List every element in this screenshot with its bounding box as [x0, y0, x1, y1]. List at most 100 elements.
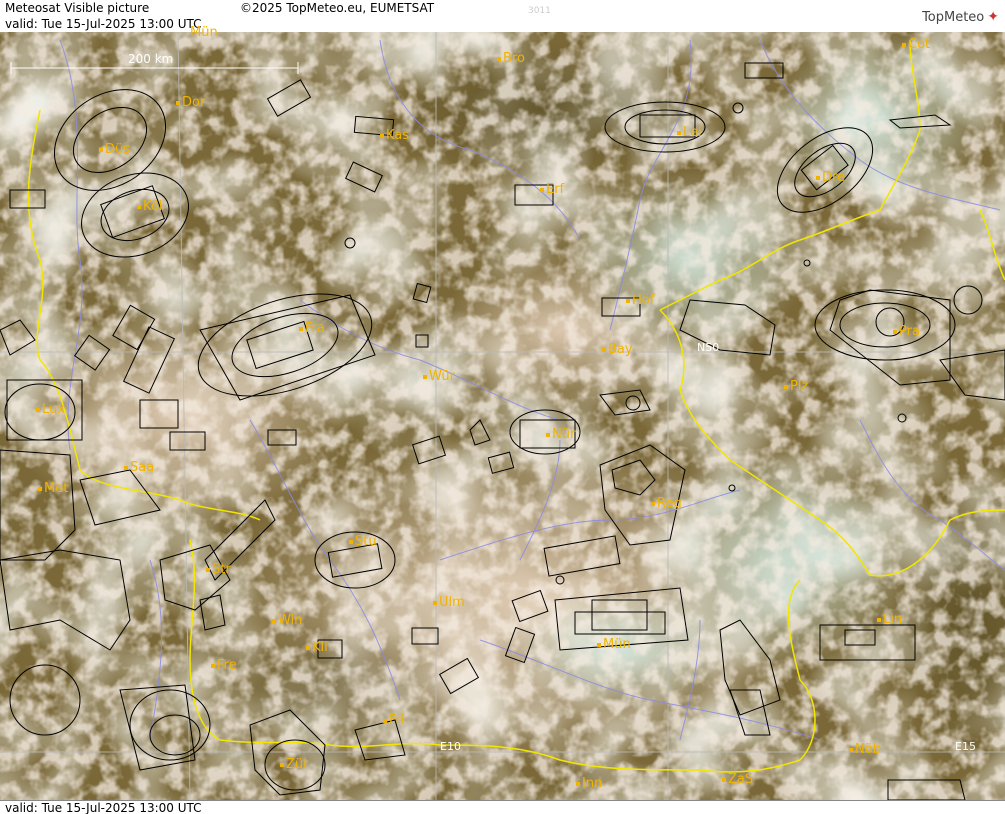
city-label-fra[interactable]: Fra — [299, 321, 325, 336]
city-name: Inn — [582, 776, 603, 791]
city-label-met[interactable]: Met — [38, 481, 68, 496]
city-label-str[interactable]: Str — [206, 562, 231, 577]
city-name: Mün — [603, 637, 631, 652]
city-name: Dre — [822, 170, 846, 185]
logo-text: TopMeteo — [922, 10, 985, 25]
city-label-zur[interactable]: Zür — [280, 757, 309, 772]
city-name: Nür — [552, 427, 576, 442]
valid-bar-bottom: valid: Tue 15-Jul-2025 13:00 UTC — [0, 800, 1005, 814]
scale-bar-label: 200 km — [128, 52, 174, 66]
grid-label-n50: N50 — [697, 341, 720, 354]
city-label-bay[interactable]: Bay — [602, 342, 633, 357]
city-name: Fri — [389, 713, 405, 728]
city-label-reg[interactable]: Reg — [651, 496, 682, 511]
city-name: Fre — [217, 658, 237, 673]
city-label-fre[interactable]: Fre — [211, 658, 237, 673]
city-label-stu[interactable]: Stu — [349, 534, 377, 549]
copyright-text: ©2025 TopMeteo.eu, EUMETSAT — [240, 1, 435, 15]
city-label-kol[interactable]: Köl — [137, 199, 162, 214]
city-label-lux[interactable]: Lux — [36, 402, 65, 417]
city-dot-icon — [124, 465, 128, 470]
valid-bar-top: valid: Tue 15-Jul-2025 13:00 UTC — [0, 16, 1005, 32]
city-dot-icon — [280, 762, 284, 767]
city-dot-icon — [272, 618, 276, 623]
city-name: Fra — [305, 321, 325, 336]
city-label-wur[interactable]: Wür — [423, 369, 455, 384]
city-name: Wür — [429, 369, 455, 384]
city-label-inn[interactable]: Inn — [576, 776, 602, 791]
valid-time-bottom: valid: Tue 15-Jul-2025 13:00 UTC — [5, 801, 202, 814]
header-bar: Meteosat Visible picture ©2025 TopMeteo.… — [0, 0, 1005, 16]
city-name: ZaS — [728, 772, 754, 787]
city-label-pra[interactable]: Pra — [893, 324, 920, 339]
city-dot-icon — [546, 432, 550, 437]
city-name: Köl — [143, 199, 163, 214]
topmeteo-logo[interactable]: TopMeteo ✦ — [922, 9, 999, 25]
city-label-zas[interactable]: ZaS — [722, 772, 753, 787]
city-label-mun[interactable]: Mün — [597, 637, 631, 652]
city-label-kli[interactable]: Kli — [306, 640, 328, 655]
city-dot-icon — [540, 187, 544, 192]
satellite-map[interactable] — [0, 0, 1005, 814]
compass-star-icon: ✦ — [987, 9, 999, 25]
cloud-layer-cumulus — [0, 32, 1005, 800]
city-dot-icon — [299, 326, 303, 331]
city-label-bro[interactable]: Bro — [497, 51, 525, 66]
city-label-ulm[interactable]: Ulm — [433, 595, 465, 610]
city-label-mun-top[interactable]: Mün — [190, 25, 218, 40]
city-name: Cot — [908, 37, 931, 52]
city-label-hof[interactable]: Hof — [626, 293, 654, 308]
city-name: Kas — [386, 128, 410, 143]
city-dot-icon — [893, 329, 897, 334]
city-label-dre[interactable]: Dre — [816, 170, 845, 185]
city-dot-icon — [651, 501, 655, 506]
city-dot-icon — [383, 718, 387, 723]
city-label-plz[interactable]: Plz — [784, 379, 808, 394]
grid-label-e15: E15 — [955, 740, 976, 753]
city-name: Saa — [130, 460, 155, 475]
city-label-fri[interactable]: Fri — [383, 713, 405, 728]
city-dot-icon — [423, 374, 427, 379]
city-label-saa[interactable]: Saa — [124, 460, 154, 475]
city-dot-icon — [722, 777, 726, 782]
city-dot-icon — [602, 347, 606, 352]
city-dot-icon — [176, 100, 180, 105]
city-dot-icon — [211, 663, 215, 668]
city-label-cot[interactable]: Cot — [902, 37, 930, 52]
city-name: Hof — [632, 293, 655, 308]
city-dot-icon — [497, 56, 501, 61]
city-label-dor[interactable]: Dor — [176, 95, 205, 110]
city-name: Bro — [503, 51, 525, 66]
city-name: Stu — [355, 534, 377, 549]
city-name: Win — [278, 613, 303, 628]
city-label-lei[interactable]: Lei — [677, 125, 702, 140]
city-dot-icon — [137, 204, 141, 209]
city-dot-icon — [784, 384, 788, 389]
city-dot-icon — [626, 298, 630, 303]
city-dot-icon — [877, 617, 881, 622]
city-name: Lei — [683, 125, 702, 140]
city-label-nob[interactable]: Nöb — [849, 742, 881, 757]
city-label-erf[interactable]: Erf — [540, 182, 564, 197]
city-name: Lin — [883, 612, 903, 627]
city-dot-icon — [380, 133, 384, 138]
city-dot-icon — [597, 642, 601, 647]
city-name: Zür — [286, 757, 309, 772]
city-name: Pra — [899, 324, 920, 339]
city-dot-icon — [433, 600, 437, 605]
city-label-lin[interactable]: Lin — [877, 612, 902, 627]
city-label-kas[interactable]: Kas — [380, 128, 409, 143]
city-dot-icon — [38, 486, 42, 491]
city-dot-icon — [677, 130, 681, 135]
city-label-win[interactable]: Win — [272, 613, 302, 628]
valid-time-top: valid: Tue 15-Jul-2025 13:00 UTC — [5, 17, 202, 31]
city-name: Plz — [790, 379, 809, 394]
city-name: Dor — [182, 95, 206, 110]
city-dot-icon — [306, 645, 310, 650]
city-label-dus[interactable]: Düs — [99, 142, 130, 157]
city-label-nur[interactable]: Nür — [546, 427, 575, 442]
city-name: Ulm — [439, 595, 465, 610]
city-name: Mün — [190, 25, 218, 40]
city-name: Str — [212, 562, 231, 577]
city-name: Reg — [657, 496, 682, 511]
